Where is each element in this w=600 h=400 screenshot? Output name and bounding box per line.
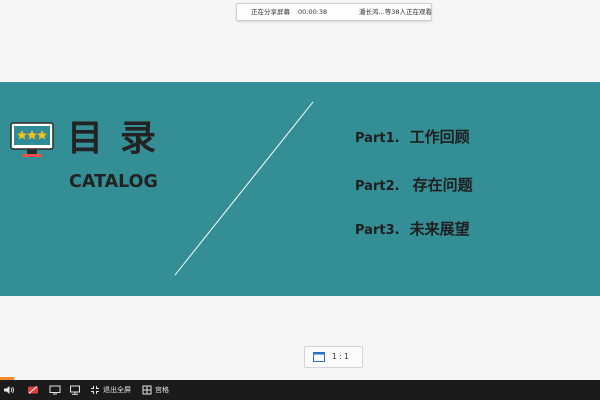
catalog-item-2-part: Part2. — [355, 179, 400, 194]
bottom-control-bar: 退出全屏 宫格 — [0, 380, 600, 400]
exit-fullscreen-icon — [91, 386, 99, 394]
aspect-ratio-label: 1 : 1 — [332, 352, 349, 361]
catalog-item-1-text: 工作回顾 — [409, 128, 470, 146]
grid-view-label: 宫格 — [155, 386, 169, 394]
exit-fullscreen-label: 退出全屏 — [103, 386, 131, 394]
mic-muted-icon — [28, 386, 38, 394]
camera-button[interactable] — [69, 380, 81, 400]
catalog-item-3: Part3. 未来展望 — [355, 218, 470, 240]
volume-button[interactable] — [3, 380, 15, 400]
catalog-item-3-text: 未来展望 — [409, 220, 470, 238]
catalog-item-2-text: 存在问题 — [412, 176, 473, 194]
share-timer: 00:00:38 — [298, 8, 328, 16]
screen-icon — [49, 385, 61, 395]
screen-button[interactable] — [49, 380, 61, 400]
viewer-count-text: 潘长鸿...等38人正在观看 — [359, 8, 432, 16]
catalog-item-3-part: Part3. — [355, 223, 400, 238]
camera-icon — [70, 385, 80, 395]
diagonal-divider — [174, 101, 314, 276]
catalog-item-1-part: Part1. — [355, 131, 400, 146]
screen-share-status-bar: 正在分享屏幕 00:00:38 潘长鸿...等38人正在观看 — [236, 3, 432, 21]
catalog-item-2: Part2. 存在问题 — [355, 174, 473, 196]
exit-fullscreen-button[interactable]: 退出全屏 — [90, 380, 131, 400]
monitor-stars-icon — [10, 122, 54, 157]
aspect-ratio-button[interactable]: 1 : 1 — [304, 346, 363, 368]
grid-icon — [142, 385, 152, 395]
slide-title: 目录 — [67, 118, 174, 159]
grid-view-button[interactable]: 宫格 — [142, 380, 169, 400]
catalog-item-1: Part1. 工作回顾 — [355, 126, 470, 148]
aspect-ratio-icon — [313, 352, 325, 362]
share-status-text: 正在分享屏幕 — [251, 8, 290, 16]
mic-button[interactable] — [27, 380, 39, 400]
volume-icon — [4, 386, 14, 394]
slide-subtitle: CATALOG — [69, 172, 158, 192]
